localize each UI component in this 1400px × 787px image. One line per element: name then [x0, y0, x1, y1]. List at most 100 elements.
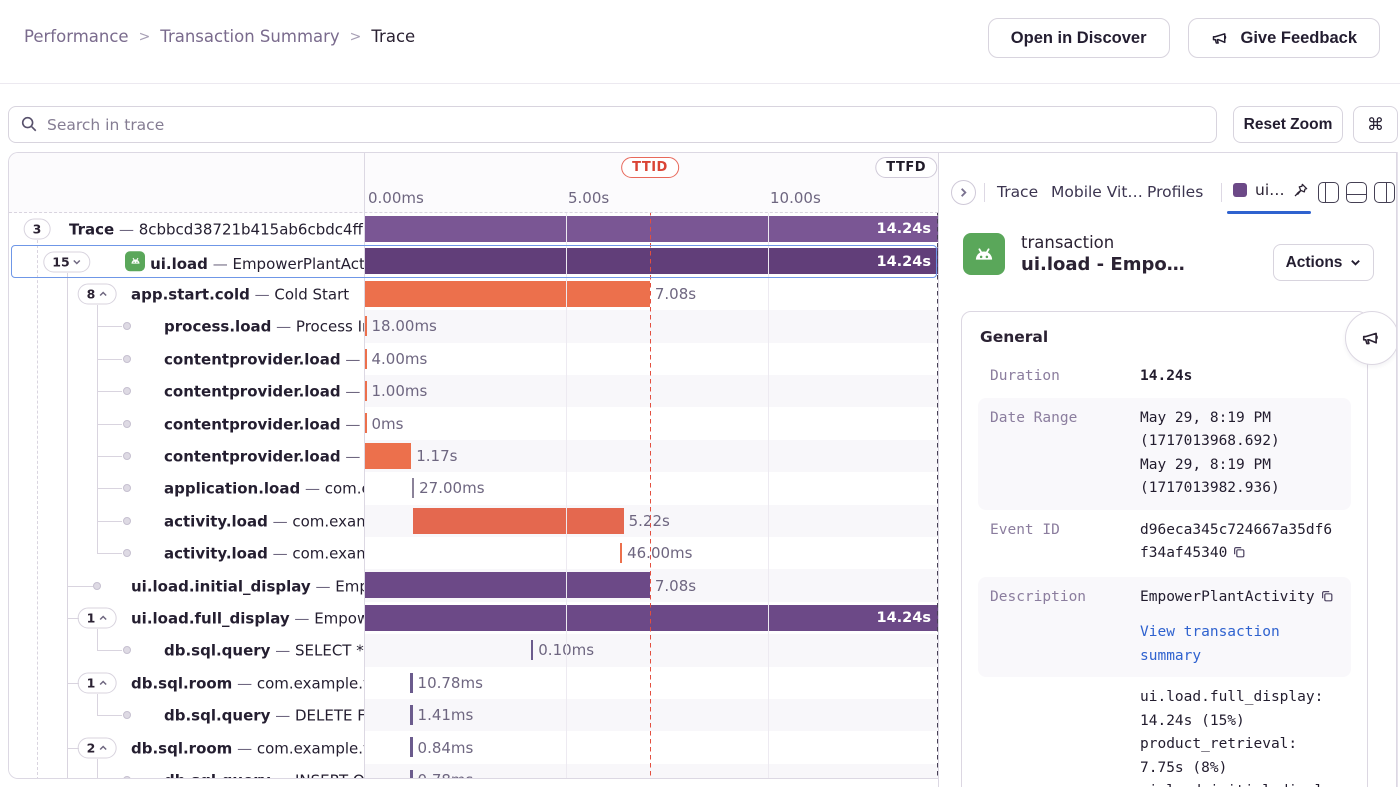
span-row[interactable]: 1.41msdb.sql.query — DELETE FR [9, 699, 938, 731]
span-children-count-pill[interactable]: 8 [78, 283, 117, 304]
tab-profiles[interactable]: Profiles [1147, 183, 1203, 201]
collapse-panel-button[interactable] [951, 180, 976, 205]
span-timeline-cell[interactable]: 14.24s [364, 213, 938, 245]
span-children-count-pill[interactable]: 15 [43, 251, 90, 272]
span-tree-cell[interactable]: activity.load — com.examp [9, 505, 364, 537]
span-tree-cell[interactable]: db.sql.query — SELECT * F [9, 634, 364, 666]
span-row[interactable]: 5.22sactivity.load — com.examp [9, 505, 938, 537]
search-input[interactable] [8, 106, 1217, 143]
layout-sidebar-left-icon[interactable] [1318, 182, 1339, 203]
span-row[interactable]: 14.24s3Trace — 8cbbcd38721b415ab6cbdc4ff [9, 213, 938, 245]
span-bar[interactable] [364, 605, 938, 631]
command-shortcut-button[interactable]: ⌘ [1353, 106, 1398, 143]
span-bar[interactable] [410, 673, 413, 693]
span-children-count-pill[interactable]: 2 [78, 737, 117, 758]
span-timeline-cell[interactable]: 0ms [364, 407, 938, 439]
span-row[interactable]: 46.00msactivity.load — com.examp [9, 537, 938, 569]
span-row[interactable]: 1.17scontentprovider.load — co [9, 440, 938, 472]
span-children-count-pill[interactable]: 1 [78, 607, 117, 628]
tab-active-span[interactable]: ui… [1233, 181, 1309, 199]
span-bar[interactable] [364, 443, 411, 469]
span-tree-cell[interactable]: contentprovider.load — ar [9, 407, 364, 439]
layout-sidebar-right-icon[interactable] [1374, 182, 1395, 203]
span-bar[interactable] [364, 248, 938, 274]
span-tree-cell[interactable]: db.sql.query — INSERT OR [9, 764, 364, 779]
span-timeline-cell[interactable]: 7.08s [364, 278, 938, 310]
breadcrumb-performance[interactable]: Performance [24, 27, 129, 46]
span-row[interactable]: 14.24s15 ui.load — EmpowerPlantActivity [9, 245, 938, 277]
tree-guide-line [97, 694, 98, 715]
span-row[interactable]: 1.00mscontentprovider.load — io [9, 375, 938, 407]
span-tree-cell[interactable]: 15 ui.load — EmpowerPlantActivity [9, 245, 364, 277]
feedback-float-button[interactable] [1345, 311, 1397, 365]
layout-drawer-bottom-icon[interactable] [1346, 182, 1367, 203]
span-row[interactable]: 0.78msdb.sql.query — INSERT OR [9, 764, 938, 779]
span-row[interactable]: 0.10msdb.sql.query — SELECT * F [9, 634, 938, 666]
span-row[interactable]: 0.84ms2db.sql.room — com.example.vu [9, 731, 938, 763]
span-bar[interactable] [410, 737, 413, 757]
span-timeline-cell[interactable]: 27.00ms [364, 472, 938, 504]
span-timeline-cell[interactable]: 46.00ms [364, 537, 938, 569]
tab-mobile-vitals[interactable]: Mobile Vit… [1051, 183, 1143, 201]
span-row[interactable]: 7.08sui.load.initial_display — Empo [9, 569, 938, 601]
actions-button[interactable]: Actions [1273, 244, 1374, 281]
span-row[interactable]: 10.78ms 1db.sql.room — com.example.vu [9, 667, 938, 699]
span-row[interactable]: 18.00msprocess.load — Process In [9, 310, 938, 342]
span-timeline-cell[interactable]: 1.00ms [364, 375, 938, 407]
span-bar[interactable] [413, 508, 624, 534]
span-row[interactable]: 27.00msapplication.load — com.ex [9, 472, 938, 504]
span-tree-cell[interactable]: application.load — com.ex [9, 472, 364, 504]
span-timeline-cell[interactable]: 0.78ms [364, 764, 938, 779]
span-timeline-cell[interactable]: 14.24s [364, 245, 938, 277]
ttid-badge[interactable]: TTID [621, 157, 679, 178]
span-label: db.sql.query — SELECT * F [164, 641, 364, 660]
tab-trace[interactable]: Trace [997, 183, 1038, 201]
span-tree-cell[interactable]: 3Trace — 8cbbcd38721b415ab6cbdc4ff [9, 213, 364, 245]
span-bar[interactable] [410, 770, 413, 779]
span-bar[interactable] [410, 705, 413, 725]
span-timeline-cell[interactable]: 14.24s [364, 602, 938, 634]
span-bar[interactable] [364, 216, 938, 242]
breadcrumb-transaction-summary[interactable]: Transaction Summary [160, 27, 339, 46]
copy-icon[interactable] [1320, 588, 1334, 612]
span-tree-cell[interactable]: 1ui.load.full_display — Empow [9, 602, 364, 634]
span-tree-cell[interactable]: contentprovider.load — io [9, 343, 364, 375]
span-timeline-cell[interactable]: 0.84ms [364, 731, 938, 763]
span-tree-cell[interactable]: contentprovider.load — io [9, 375, 364, 407]
span-timeline-cell[interactable]: 1.41ms [364, 699, 938, 731]
copy-icon[interactable] [1232, 544, 1246, 568]
span-children-count-pill[interactable]: 3 [24, 219, 51, 240]
span-duration-label: 10.78ms [418, 667, 483, 699]
open-in-discover-button[interactable]: Open in Discover [988, 18, 1170, 58]
span-bar[interactable] [412, 478, 415, 498]
view-transaction-summary-link[interactable]: View transaction summary [1140, 621, 1339, 668]
span-row[interactable]: 14.24s1ui.load.full_display — Empow [9, 602, 938, 634]
give-feedback-button[interactable]: Give Feedback [1188, 18, 1380, 58]
span-row[interactable]: 7.08s8app.start.cold — Cold Start [9, 278, 938, 310]
pin-icon[interactable] [1293, 182, 1309, 198]
span-tree-cell[interactable]: activity.load — com.examp [9, 537, 364, 569]
span-tree-cell[interactable]: db.sql.query — DELETE FR [9, 699, 364, 731]
span-tree-cell[interactable]: 1db.sql.room — com.example.vu [9, 667, 364, 699]
span-bar[interactable] [531, 640, 534, 660]
span-row[interactable]: 0mscontentprovider.load — ar [9, 407, 938, 439]
span-timeline-cell[interactable]: 5.22s [364, 505, 938, 537]
span-bar[interactable] [364, 572, 650, 598]
span-timeline-cell[interactable]: 18.00ms [364, 310, 938, 342]
span-bar[interactable] [364, 281, 650, 307]
span-bar[interactable] [620, 543, 623, 563]
span-tree-cell[interactable]: 8app.start.cold — Cold Start [9, 278, 364, 310]
span-timeline-cell[interactable]: 10.78ms [364, 667, 938, 699]
span-timeline-cell[interactable]: 0.10ms [364, 634, 938, 666]
span-tree-cell[interactable]: contentprovider.load — co [9, 440, 364, 472]
reset-zoom-button[interactable]: Reset Zoom [1233, 106, 1343, 143]
span-row[interactable]: 4.00mscontentprovider.load — io [9, 343, 938, 375]
span-tree-cell[interactable]: process.load — Process In [9, 310, 364, 342]
span-children-count-pill[interactable]: 1 [78, 672, 117, 693]
span-tree-cell[interactable]: 2db.sql.room — com.example.vu [9, 731, 364, 763]
span-timeline-cell[interactable]: 4.00ms [364, 343, 938, 375]
ttfd-badge[interactable]: TTFD [875, 157, 937, 178]
span-timeline-cell[interactable]: 1.17s [364, 440, 938, 472]
span-tree-cell[interactable]: ui.load.initial_display — Empo [9, 569, 364, 601]
span-timeline-cell[interactable]: 7.08s [364, 569, 938, 601]
